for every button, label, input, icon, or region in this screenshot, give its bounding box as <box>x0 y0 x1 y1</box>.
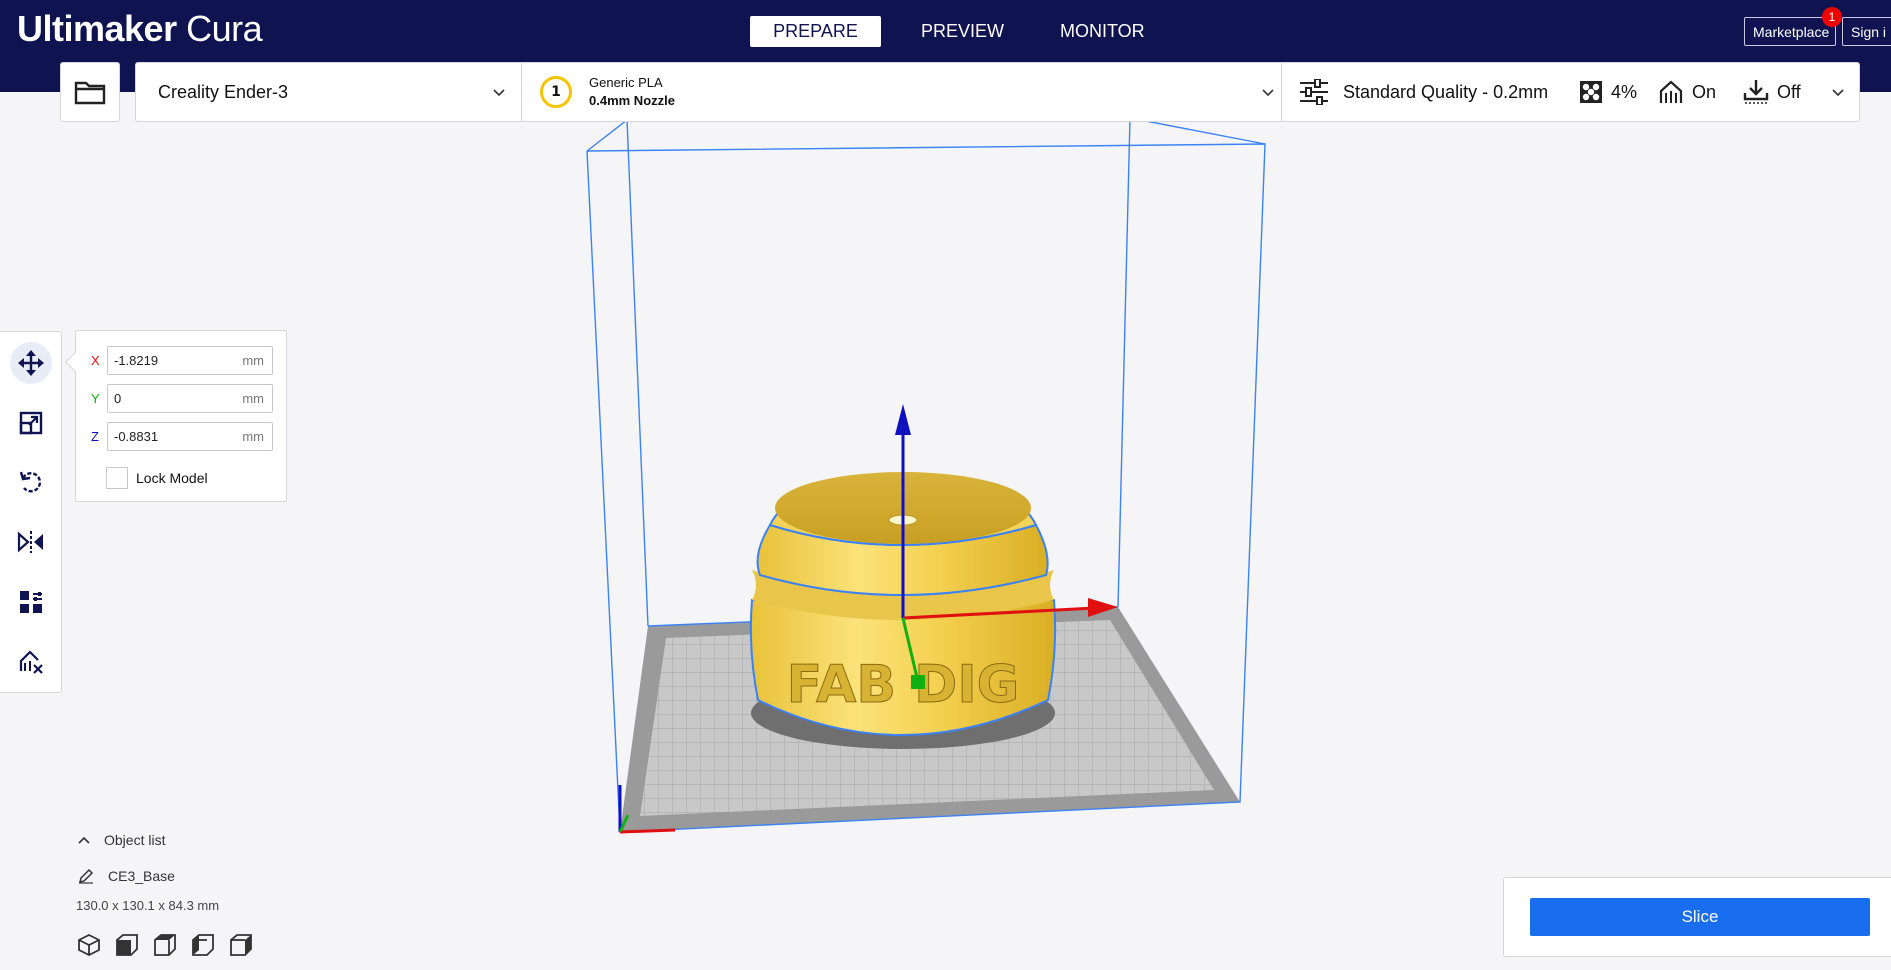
y-unit: mm <box>242 391 264 406</box>
3d-viewport[interactable]: FAB DIG <box>0 92 1891 970</box>
move-arrows-icon <box>18 350 44 376</box>
print-setup-bar: Creality Ender-3 1 Generic PLA 0.4mm Noz… <box>135 62 1860 122</box>
tab-monitor[interactable]: MONITOR <box>1034 16 1171 47</box>
app-logo: Ultimaker Cura <box>17 8 263 50</box>
pencil-icon <box>78 868 94 884</box>
support-blocker-icon <box>19 650 43 674</box>
object-name-row[interactable]: CE3_Base <box>78 868 175 884</box>
folder-icon <box>74 81 106 105</box>
slice-panel: Slice <box>1503 877 1891 957</box>
quality-profile: Standard Quality - 0.2mm <box>1343 81 1549 102</box>
y-position-input[interactable] <box>108 385 228 411</box>
z-position-field[interactable]: mm <box>107 422 273 451</box>
adhesion-item: Off <box>1743 63 1801 121</box>
chevron-up-icon <box>78 836 90 844</box>
material-selector[interactable]: 1 Generic PLA 0.4mm Nozzle <box>522 63 1282 121</box>
quality-item: Standard Quality - 0.2mm <box>1299 63 1548 121</box>
z-axis-handle[interactable] <box>895 404 911 435</box>
open-file-button[interactable] <box>60 62 120 122</box>
infill-item: 4% <box>1579 63 1637 121</box>
extruder-number: 1 <box>551 84 561 100</box>
chevron-down-icon <box>493 89 505 97</box>
chevron-down-icon <box>1262 89 1274 97</box>
printer-name: Creality Ender-3 <box>158 81 289 102</box>
z-unit: mm <box>242 429 264 444</box>
move-tool-button[interactable] <box>10 342 52 384</box>
rotate-tool-button[interactable] <box>10 461 52 503</box>
y-position-field[interactable]: mm <box>107 384 273 413</box>
view-left-icon[interactable] <box>191 933 215 957</box>
z-axis-label: Z <box>91 429 99 444</box>
view-3d-icon[interactable] <box>77 933 101 957</box>
tab-prepare[interactable]: PREPARE <box>750 16 881 47</box>
view-front-icon[interactable] <box>115 933 139 957</box>
support-icon <box>1659 80 1683 103</box>
sign-in-button[interactable]: Sign i <box>1842 17 1891 46</box>
support-blocker-button[interactable] <box>10 641 52 683</box>
chevron-down-icon <box>1832 89 1844 97</box>
stage-tabs: PREPARE PREVIEW MONITOR <box>750 16 1171 47</box>
logo-bold: Ultimaker <box>17 8 177 49</box>
view-right-icon[interactable] <box>229 933 253 957</box>
move-tool-panel: X mm Y mm Z mm Lock Model <box>65 330 287 502</box>
x-unit: mm <box>242 353 264 368</box>
print-settings-selector[interactable]: Standard Quality - 0.2mm 4% On Off <box>1282 63 1859 121</box>
support-item: On <box>1658 63 1716 121</box>
support-value: On <box>1692 81 1717 102</box>
y-axis-label: Y <box>91 391 100 406</box>
settings-sliders-icon <box>1300 79 1328 105</box>
x-position-input[interactable] <box>108 347 228 373</box>
build-plate-scene: FAB DIG <box>586 117 1266 834</box>
marketplace-notification-badge: 1 <box>1822 7 1842 27</box>
printer-selector[interactable]: Creality Ender-3 <box>136 63 522 121</box>
lock-model-label: Lock Model <box>136 470 208 486</box>
logo-light: Cura <box>176 8 263 49</box>
material-name: Generic PLA <box>589 75 663 90</box>
view-top-icon[interactable] <box>153 933 177 957</box>
object-dimensions: 130.0 x 130.1 x 84.3 mm <box>76 898 220 913</box>
scale-icon <box>19 411 43 435</box>
adhesion-value: Off <box>1777 81 1801 102</box>
model-embossed-text: FAB DIG <box>787 655 1020 715</box>
mirror-tool-button[interactable] <box>10 521 52 563</box>
object-list-label: Object list <box>104 832 166 848</box>
adhesion-icon <box>1743 80 1769 104</box>
nozzle-size: 0.4mm Nozzle <box>589 93 675 108</box>
object-name: CE3_Base <box>108 868 175 884</box>
slice-button[interactable]: Slice <box>1530 898 1870 936</box>
scale-tool-button[interactable] <box>10 402 52 444</box>
rotate-icon <box>19 471 42 493</box>
camera-view-buttons <box>77 933 253 957</box>
infill-icon <box>1580 81 1602 103</box>
tab-preview[interactable]: PREVIEW <box>895 16 1030 47</box>
z-position-input[interactable] <box>108 423 228 449</box>
per-model-settings-icon <box>20 591 42 613</box>
extruder-icon: 1 <box>540 76 572 108</box>
per-model-settings-button[interactable] <box>10 581 52 623</box>
mirror-icon <box>17 531 43 553</box>
object-list-toggle[interactable]: Object list <box>78 832 165 848</box>
model-tools-toolbar <box>0 331 62 693</box>
lock-model-checkbox[interactable] <box>106 467 128 489</box>
x-position-field[interactable]: mm <box>107 346 273 375</box>
y-axis-handle[interactable] <box>911 675 925 689</box>
infill-value: 4% <box>1611 81 1638 102</box>
x-axis-label: X <box>91 353 100 368</box>
